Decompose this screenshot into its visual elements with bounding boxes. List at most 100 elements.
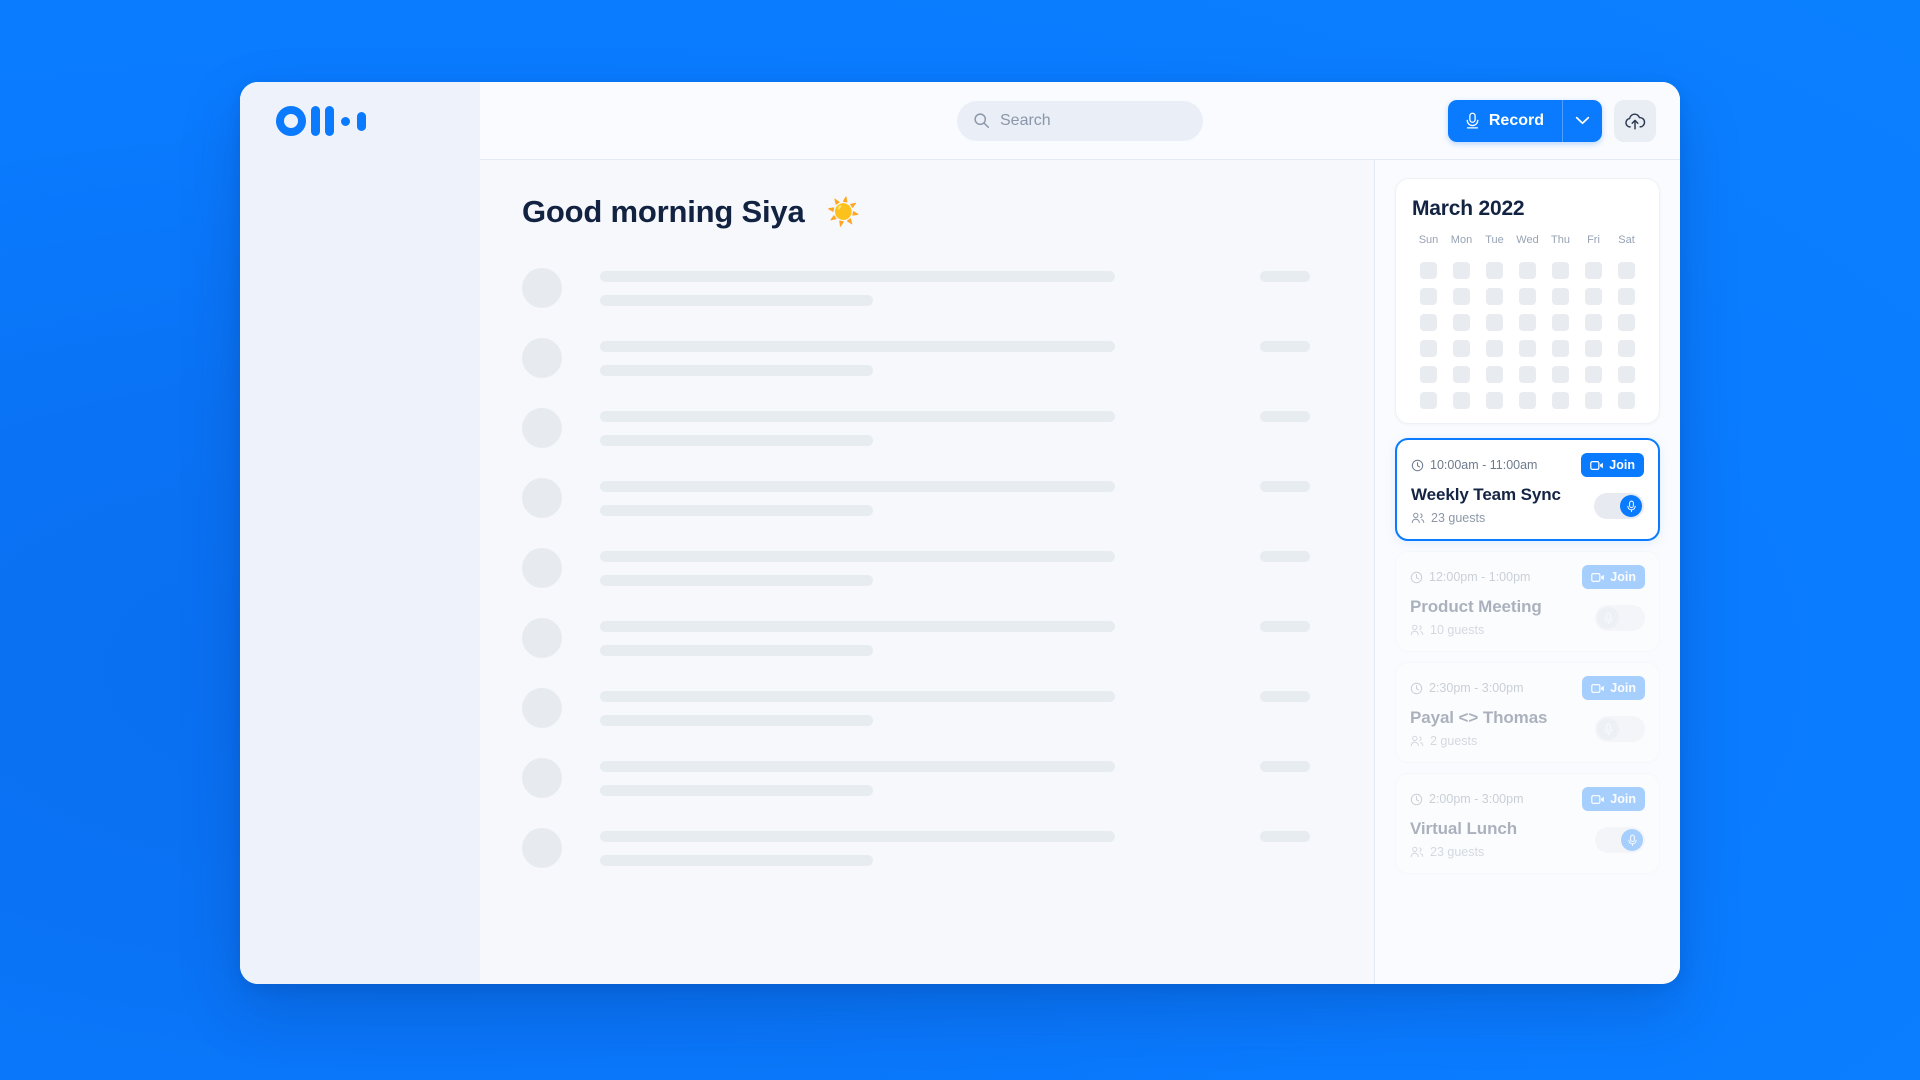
calendar-day-placeholder — [1552, 366, 1569, 383]
calendar-day-cell[interactable] — [1577, 314, 1610, 331]
text-placeholder-group — [600, 266, 1222, 306]
calendar-day-cell[interactable] — [1478, 340, 1511, 357]
calendar-day-cell[interactable] — [1577, 340, 1610, 357]
greeting-row: Good morning Siya ☀️ — [522, 194, 1374, 230]
calendar-day-cell[interactable] — [1544, 366, 1577, 383]
calendar-day-cell[interactable] — [1577, 262, 1610, 279]
calendar-day-cell[interactable] — [1610, 288, 1643, 305]
calendar-day-placeholder — [1618, 366, 1635, 383]
calendar-day-cell[interactable] — [1412, 288, 1445, 305]
microphone-icon — [1626, 500, 1637, 513]
list-item[interactable] — [522, 616, 1330, 658]
calendar-day-cell[interactable] — [1577, 392, 1610, 409]
meeting-card[interactable]: 2:00pm - 3:00pm Join Virtual Lunch 23 guest… — [1395, 773, 1660, 874]
calendar-day-cell[interactable] — [1610, 314, 1643, 331]
microphone-icon — [1603, 612, 1614, 625]
calendar-day-cell[interactable] — [1445, 366, 1478, 383]
list-item[interactable] — [522, 546, 1330, 588]
calendar-day-cell[interactable] — [1511, 314, 1544, 331]
calendar-day-placeholder — [1519, 288, 1536, 305]
calendar-day-cell[interactable] — [1445, 314, 1478, 331]
meeting-top-row: 2:30pm - 3:00pm Join — [1410, 676, 1645, 700]
calendar-day-cell[interactable] — [1412, 262, 1445, 279]
calendar-day-placeholder — [1453, 288, 1470, 305]
calendar-day-cell[interactable] — [1544, 392, 1577, 409]
calendar-day-cell[interactable] — [1412, 314, 1445, 331]
record-button[interactable]: Record — [1447, 99, 1562, 142]
list-item[interactable] — [522, 756, 1330, 798]
calendar-day-cell[interactable] — [1544, 340, 1577, 357]
calendar-month-title: March 2022 — [1412, 197, 1525, 220]
calendar-day-placeholder — [1420, 262, 1437, 279]
clock-icon — [1410, 682, 1423, 695]
calendar-day-cell[interactable] — [1544, 314, 1577, 331]
title-placeholder — [600, 341, 1115, 352]
meeting-card[interactable]: 12:00pm - 1:00pm Join Product Meeting 10 gu… — [1395, 551, 1660, 652]
search-box[interactable] — [957, 100, 1203, 141]
calendar-day-cell[interactable] — [1577, 288, 1610, 305]
meeting-time: 12:00pm - 1:00pm — [1410, 570, 1530, 584]
calendar-day-cell[interactable] — [1445, 340, 1478, 357]
list-item[interactable] — [522, 686, 1330, 728]
people-icon — [1410, 846, 1424, 858]
calendar-day-cell[interactable] — [1445, 262, 1478, 279]
calendar-day-cell[interactable] — [1412, 340, 1445, 357]
calendar-day-cell[interactable] — [1412, 366, 1445, 383]
join-button[interactable]: Join — [1581, 453, 1644, 477]
calendar-day-placeholder — [1486, 392, 1503, 409]
avatar-placeholder — [522, 618, 562, 658]
meeting-guests-label: 23 guests — [1430, 845, 1485, 859]
join-button-label: Join — [1610, 792, 1636, 806]
calendar-day-cell[interactable] — [1478, 314, 1511, 331]
list-item[interactable] — [522, 406, 1330, 448]
calendar-dow-thu: Thu — [1551, 234, 1570, 246]
list-item[interactable] — [522, 826, 1330, 868]
calendar-day-cell[interactable] — [1610, 392, 1643, 409]
record-dropdown-button[interactable] — [1562, 99, 1602, 142]
calendar-day-cell[interactable] — [1445, 288, 1478, 305]
meeting-card[interactable]: 10:00am - 11:00am Join Weekly Team Sync 23 … — [1395, 438, 1660, 541]
meeting-top-row: 10:00am - 11:00am Join — [1411, 453, 1644, 477]
search-input[interactable] — [1000, 111, 1187, 130]
record-toggle[interactable] — [1595, 827, 1645, 853]
calendar-day-cell[interactable] — [1478, 288, 1511, 305]
top-bar: Record — [240, 82, 1680, 160]
meeting-top-row: 2:00pm - 3:00pm Join — [1410, 787, 1645, 811]
search-icon — [973, 112, 990, 129]
record-toggle[interactable] — [1595, 605, 1645, 631]
calendar-day-cell[interactable] — [1445, 392, 1478, 409]
calendar-day-cell[interactable] — [1511, 340, 1544, 357]
calendar-day-cell[interactable] — [1478, 366, 1511, 383]
calendar-day-cell[interactable] — [1511, 392, 1544, 409]
title-placeholder — [600, 691, 1115, 702]
people-icon — [1410, 735, 1424, 747]
calendar-day-cell[interactable] — [1478, 392, 1511, 409]
record-toggle[interactable] — [1594, 493, 1644, 519]
calendar-day-cell[interactable] — [1544, 262, 1577, 279]
list-item[interactable] — [522, 476, 1330, 518]
calendar-day-cell[interactable] — [1511, 288, 1544, 305]
calendar-day-cell[interactable] — [1610, 340, 1643, 357]
calendar-day-cell[interactable] — [1511, 262, 1544, 279]
upload-button[interactable] — [1614, 99, 1656, 142]
calendar-day-placeholder — [1585, 262, 1602, 279]
list-item[interactable] — [522, 336, 1330, 378]
otter-logo[interactable] — [276, 106, 366, 136]
list-item[interactable] — [522, 266, 1330, 308]
join-button[interactable]: Join — [1582, 787, 1645, 811]
calendar-day-cell[interactable] — [1412, 392, 1445, 409]
calendar-day-cell[interactable] — [1610, 262, 1643, 279]
calendar-day-cell[interactable] — [1577, 366, 1610, 383]
conversation-skeleton-list — [522, 266, 1374, 868]
join-button[interactable]: Join — [1582, 565, 1645, 589]
calendar-day-cell[interactable] — [1544, 288, 1577, 305]
calendar-day-cell[interactable] — [1478, 262, 1511, 279]
top-bar-main: Record — [480, 82, 1680, 160]
calendar-day-placeholder — [1618, 262, 1635, 279]
calendar-day-cell[interactable] — [1610, 366, 1643, 383]
calendar-day-cell[interactable] — [1511, 366, 1544, 383]
record-toggle[interactable] — [1595, 716, 1645, 742]
meeting-card[interactable]: 2:30pm - 3:00pm Join Payal <> Thomas 2 gues… — [1395, 662, 1660, 763]
meeting-time: 10:00am - 11:00am — [1411, 458, 1537, 472]
join-button[interactable]: Join — [1582, 676, 1645, 700]
